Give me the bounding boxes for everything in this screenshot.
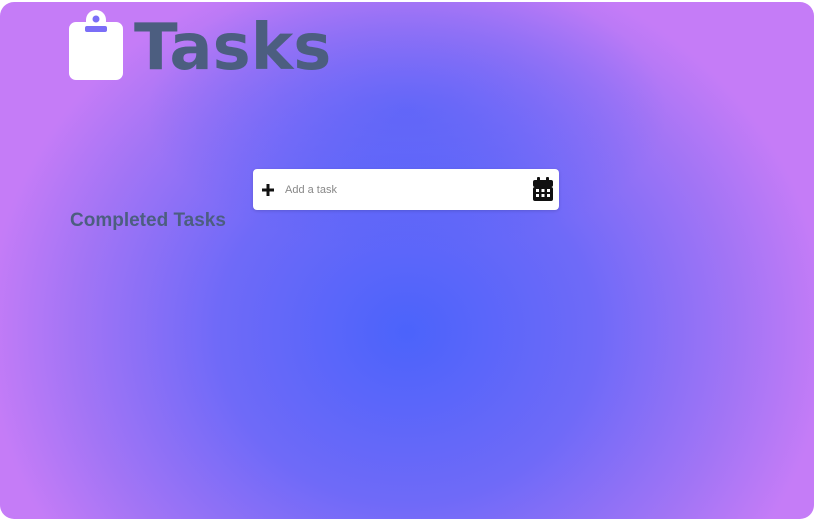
- plus-icon[interactable]: [261, 183, 275, 197]
- app-window: Tasks Completed Tasks: [0, 2, 814, 519]
- calendar-icon[interactable]: [533, 177, 553, 201]
- completed-tasks-heading: Completed Tasks: [70, 210, 226, 231]
- clipboard-icon: [69, 10, 123, 80]
- add-task-input[interactable]: [285, 183, 515, 196]
- add-task-bar[interactable]: [253, 169, 559, 210]
- page-title: Tasks: [134, 11, 332, 85]
- app-header: Tasks: [68, 4, 331, 86]
